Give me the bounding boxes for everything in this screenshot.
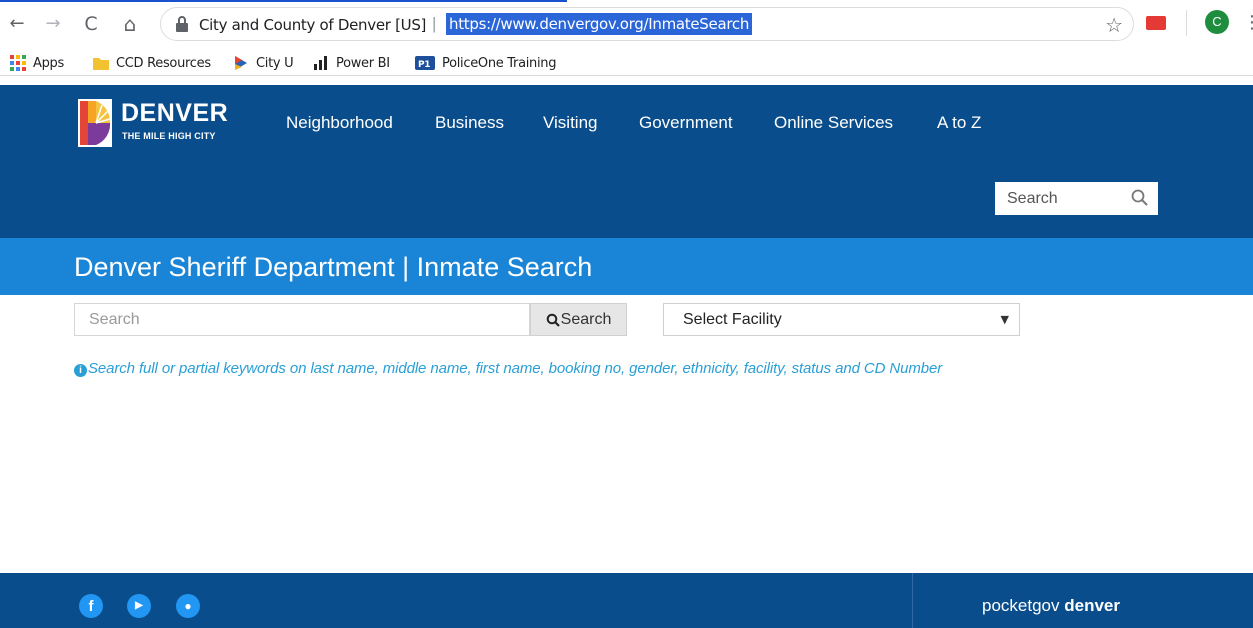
inmate-search-input[interactable] — [75, 304, 529, 335]
flickr-icon[interactable]: ● — [176, 594, 200, 618]
bookmark-city-u[interactable]: City U — [233, 53, 294, 73]
svg-text:P1: P1 — [418, 60, 430, 70]
facebook-icon[interactable]: f — [79, 594, 103, 618]
power-bi-icon — [314, 56, 327, 70]
search-hint-text: Search full or partial keywords on last … — [88, 360, 943, 377]
menu-icon[interactable]: ⋮ — [1243, 12, 1253, 33]
folder-icon — [93, 58, 109, 70]
back-icon[interactable]: ← — [6, 13, 28, 35]
pocketgov-link[interactable]: pocketgov denver — [982, 596, 1120, 616]
nav-neighborhood[interactable]: Neighborhood — [286, 113, 393, 133]
facility-select-value: Select Facility — [683, 311, 782, 328]
lock-icon — [176, 16, 188, 32]
bookmark-policeone[interactable]: P1 PoliceOne Training — [415, 53, 557, 73]
bookmark-apps[interactable]: Apps — [10, 53, 64, 73]
search-hint: i Search full or partial keywords on last… — [74, 360, 942, 377]
title-band: Denver Sheriff Department | Inmate Searc… — [0, 238, 1253, 295]
nav-a-to-z[interactable]: A to Z — [937, 113, 981, 133]
url-separator: | — [432, 14, 437, 33]
logo-wordmark: DENVER — [121, 99, 229, 127]
pocketgov-prefix: pocketgov — [982, 596, 1060, 615]
site-search-input[interactable] — [995, 182, 1125, 215]
logo-tagline: THE MILE HIGH CITY — [122, 131, 216, 141]
denver-logo[interactable]: DENVER THE MILE HIGH CITY — [78, 99, 238, 149]
denver-logo-icon — [78, 99, 112, 147]
policeone-icon: P1 — [415, 56, 435, 70]
bookmark-power-bi[interactable]: Power BI — [313, 53, 390, 73]
search-button-label: Search — [560, 310, 612, 328]
search-icon[interactable] — [1130, 188, 1150, 208]
search-button[interactable]: Search — [530, 303, 627, 336]
reload-icon[interactable]: C — [80, 13, 102, 35]
home-icon[interactable]: ⌂ — [119, 13, 141, 35]
nav-business[interactable]: Business — [435, 113, 504, 133]
city-u-icon — [235, 56, 247, 70]
bookmark-label: CCD Resources — [116, 55, 211, 71]
site-search — [995, 182, 1158, 215]
youtube-icon[interactable]: ▶ — [127, 594, 151, 618]
star-icon[interactable]: ☆ — [1105, 13, 1123, 37]
chevron-down-icon: ▼ — [1000, 313, 1009, 326]
apps-grid-icon — [10, 55, 26, 71]
loading-bar — [0, 0, 567, 2]
bookmark-label: Power BI — [336, 55, 390, 71]
bookmarks-bar: Apps CCD Resources City U Power BI P1 Po… — [0, 48, 1253, 76]
pocketgov-suffix: denver — [1064, 596, 1120, 615]
bookmark-label: City U — [256, 55, 294, 71]
bookmark-label: PoliceOne Training — [442, 55, 557, 71]
nav-online-services[interactable]: Online Services — [774, 113, 893, 133]
nav-visiting[interactable]: Visiting — [543, 113, 598, 133]
site-header: DENVER THE MILE HIGH CITY Neighborhood B… — [0, 85, 1253, 238]
browser-toolbar: ← → C ⌂ City and County of Denver [US] |… — [0, 0, 1253, 48]
site-footer: f ▶ ● pocketgov denver — [0, 573, 1253, 628]
toolbar-divider — [1186, 10, 1187, 36]
profile-avatar[interactable]: C — [1205, 10, 1229, 34]
address-bar[interactable]: City and County of Denver [US] | https:/… — [160, 7, 1134, 41]
facility-select[interactable]: Select Facility ▼ — [663, 303, 1020, 336]
nav-government[interactable]: Government — [639, 113, 733, 133]
site-identity: City and County of Denver [US] — [199, 16, 427, 34]
info-icon: i — [74, 364, 87, 377]
inmate-search-field — [74, 303, 530, 336]
forward-icon[interactable]: → — [42, 13, 64, 35]
bookmark-label: Apps — [33, 55, 64, 71]
bookmark-ccd-resources[interactable]: CCD Resources — [93, 53, 211, 73]
search-icon — [546, 313, 560, 327]
page-title: Denver Sheriff Department | Inmate Searc… — [74, 252, 593, 282]
footer-divider — [912, 573, 913, 628]
extension-icon[interactable] — [1146, 16, 1166, 30]
url-text[interactable]: https://www.denvergov.org/InmateSearch — [446, 13, 753, 35]
